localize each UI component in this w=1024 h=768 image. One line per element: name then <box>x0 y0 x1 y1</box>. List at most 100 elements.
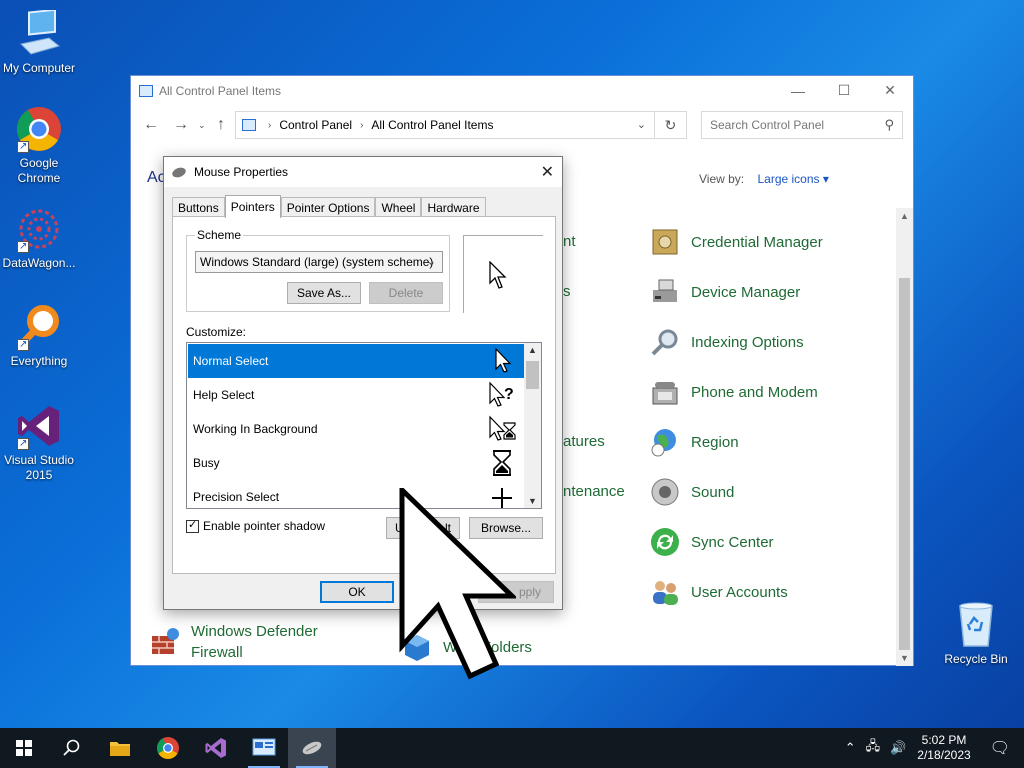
working-background-cursor-icon <box>489 415 516 441</box>
breadcrumb-all-items[interactable]: All Control Panel Items <box>371 118 493 132</box>
clock[interactable]: 5:02 PM 2/18/2023 <box>917 733 970 763</box>
control-panel-item-device-manager[interactable]: Device Manager <box>649 276 800 308</box>
close-button[interactable]: ✕ <box>867 76 913 105</box>
tab-buttons[interactable]: Buttons <box>172 197 225 218</box>
enable-pointer-shadow-checkbox[interactable]: Enable pointer shadow <box>186 518 325 533</box>
scroll-up-arrow-icon[interactable]: ▲ <box>528 345 537 355</box>
tab-hardware[interactable]: Hardware <box>421 197 486 218</box>
list-item-busy[interactable]: Busy <box>188 446 524 480</box>
save-as-button[interactable]: Save As... <box>287 282 361 304</box>
minimize-button[interactable]: — <box>775 76 821 105</box>
search-button[interactable] <box>48 728 96 768</box>
taskbar-visual-studio[interactable] <box>192 728 240 768</box>
desktop-icon-datawagon[interactable]: DataWagon... <box>0 205 78 271</box>
firewall-icon <box>152 628 179 654</box>
tab-pointer-options[interactable]: Pointer Options <box>280 197 376 218</box>
folder-icon <box>110 742 130 756</box>
address-bar[interactable]: › Control Panel › All Control Panel Item… <box>235 111 655 139</box>
taskbar-control-panel[interactable] <box>240 728 288 768</box>
control-panel-item-sound[interactable]: Sound <box>649 476 734 508</box>
ok-button[interactable]: OK <box>320 581 394 603</box>
search-input[interactable]: Search Control Panel ⚲ <box>701 111 903 139</box>
cursor-preview <box>463 235 543 313</box>
desktop-icon-label: Everything <box>10 354 68 368</box>
navigation-bar: ← → ⌄ ↑ › Control Panel › All Control Pa… <box>131 109 913 141</box>
scheme-select[interactable]: Windows Standard (large) (system scheme)… <box>195 251 443 273</box>
desktop-icon-my-computer[interactable]: My Computer <box>0 8 78 76</box>
list-item-help-select[interactable]: Help Select ? <box>188 378 524 412</box>
mouse-icon <box>302 741 322 755</box>
arrow-cursor-icon <box>489 261 507 289</box>
desktop-icon-visual-studio[interactable]: Visual Studio 2015 <box>0 402 78 483</box>
control-panel-icon <box>252 738 276 756</box>
refresh-button[interactable]: ↻ <box>655 111 687 139</box>
control-panel-item-user-accounts[interactable]: User Accounts <box>649 576 788 608</box>
cursor-list[interactable]: Normal Select Help Select ? Working In B… <box>186 342 542 509</box>
clock-date: 2/18/2023 <box>917 748 971 762</box>
forward-arrow-icon[interactable]: → <box>173 116 189 134</box>
desktop-icon-recycle-bin[interactable]: Recycle Bin <box>938 600 1014 666</box>
taskbar-mouse-properties[interactable] <box>288 728 336 768</box>
control-panel-item-partial[interactable]: atures <box>563 431 605 452</box>
control-panel-item-sync-center[interactable]: Sync Center <box>649 526 774 558</box>
arrow-cursor-icon <box>495 347 512 373</box>
visual-studio-icon <box>15 402 63 451</box>
breadcrumb-control-panel[interactable]: Control Panel <box>279 118 352 132</box>
search-icon <box>63 739 80 756</box>
scheme-group: Scheme Windows Standard (large) (system … <box>186 228 450 312</box>
shortcut-arrow-icon <box>17 436 29 451</box>
windows-logo-icon <box>16 740 32 756</box>
tab-wheel[interactable]: Wheel <box>375 197 422 218</box>
control-panel-item-partial[interactable]: s <box>563 281 571 302</box>
up-arrow-icon[interactable]: ↑ <box>217 116 225 134</box>
back-arrow-icon[interactable]: ← <box>143 116 159 134</box>
maximize-button[interactable]: ☐ <box>821 76 867 105</box>
network-icon[interactable]: 🖧 <box>866 737 881 759</box>
control-panel-item-region[interactable]: Region <box>649 426 739 458</box>
control-panel-item-indexing-options[interactable]: Indexing Options <box>649 326 804 358</box>
control-panel-item-partial[interactable]: nt <box>563 231 576 252</box>
notification-icon[interactable]: 🗨 <box>990 738 1010 758</box>
search-icon[interactable]: ⚲ <box>884 117 894 133</box>
svg-text:?: ? <box>504 386 514 403</box>
view-by-dropdown[interactable]: Large icons ▾ <box>757 172 828 186</box>
recent-chevron-down-icon[interactable]: ⌄ <box>198 120 206 131</box>
clock-time: 5:02 PM <box>921 733 967 747</box>
desktop-icon-label: My Computer <box>2 61 76 75</box>
scroll-down-arrow-icon[interactable]: ▼ <box>900 653 909 663</box>
control-panel-item-phone-and-modem[interactable]: Phone and Modem <box>649 376 818 408</box>
chevron-up-icon[interactable]: ⌃ <box>845 740 856 756</box>
control-panel-item-windows-defender-firewall[interactable]: Windows Defender Firewall <box>149 621 318 663</box>
address-dropdown-chevron-icon[interactable]: ⌄ <box>637 118 646 131</box>
dialog-tabs: Buttons Pointers Pointer Options Wheel H… <box>172 195 486 218</box>
scroll-down-arrow-icon[interactable]: ▼ <box>528 496 537 506</box>
system-tray: ⌃ 🖧 🔊 5:02 PM 2/18/2023 🗨 <box>840 728 1024 768</box>
volume-icon[interactable]: 🔊 <box>890 740 906 756</box>
desktop-icon-everything[interactable]: Everything <box>0 303 78 369</box>
cursor-list-scrollbar[interactable]: ▲ ▼ <box>524 343 541 508</box>
delete-button[interactable]: Delete <box>369 282 443 304</box>
control-panel-scrollbar[interactable]: ▲ ▼ <box>896 208 913 666</box>
scroll-up-arrow-icon[interactable]: ▲ <box>900 211 909 221</box>
scrollbar-thumb[interactable] <box>526 361 539 389</box>
window-title: All Control Panel Items <box>159 83 282 98</box>
start-button[interactable] <box>0 728 48 768</box>
scrollbar-thumb[interactable] <box>899 278 910 650</box>
indexing-icon <box>651 329 678 356</box>
tab-pointers[interactable]: Pointers <box>224 195 281 218</box>
desktop-icon-google-chrome[interactable]: Google Chrome <box>0 105 78 186</box>
control-panel-item-credential-manager[interactable]: Credential Manager <box>649 226 823 258</box>
recycle-bin-label: Recycle Bin <box>944 652 1008 666</box>
checkbox-checked[interactable] <box>186 518 199 533</box>
chevron-down-icon: ⌄ <box>426 256 436 268</box>
taskbar-file-explorer[interactable] <box>96 728 144 768</box>
dialog-title: Mouse Properties <box>194 165 289 179</box>
taskbar-chrome[interactable] <box>144 728 192 768</box>
control-panel-item-partial[interactable]: ntenance <box>563 481 625 502</box>
dialog-close-icon[interactable]: ✕ <box>541 162 554 182</box>
list-item-normal-select[interactable]: Normal Select <box>188 344 524 378</box>
shortcut-arrow-icon <box>17 337 29 352</box>
dialog-title-bar[interactable]: Mouse Properties ✕ <box>164 157 562 187</box>
list-item-working-in-background[interactable]: Working In Background <box>188 412 524 446</box>
visual-studio-icon <box>205 738 226 758</box>
